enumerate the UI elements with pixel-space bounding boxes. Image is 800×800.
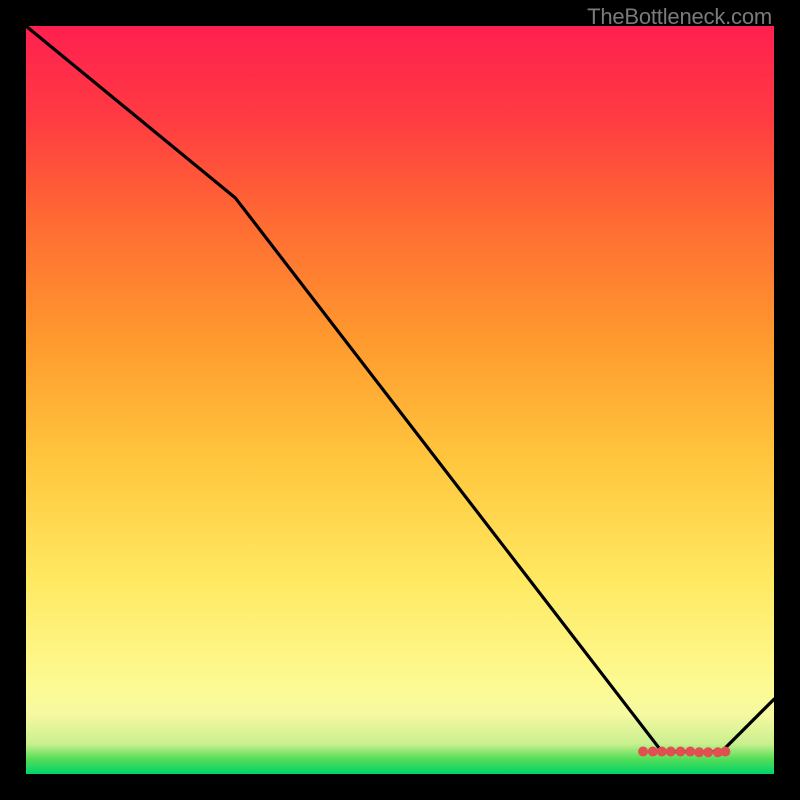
line-series-layer (26, 26, 774, 774)
valley-markers (638, 747, 730, 758)
series-curve (26, 26, 774, 752)
marker-dot (666, 747, 676, 757)
marker-dot (648, 747, 658, 757)
marker-dot (657, 747, 667, 757)
plot-area (26, 26, 774, 774)
marker-dot (676, 747, 686, 757)
chart-frame: TheBottleneck.com (0, 0, 800, 800)
marker-dot (703, 747, 713, 757)
marker-dot (694, 747, 704, 757)
marker-dot (638, 747, 648, 757)
marker-dot (685, 747, 695, 757)
marker-dot (720, 747, 730, 757)
